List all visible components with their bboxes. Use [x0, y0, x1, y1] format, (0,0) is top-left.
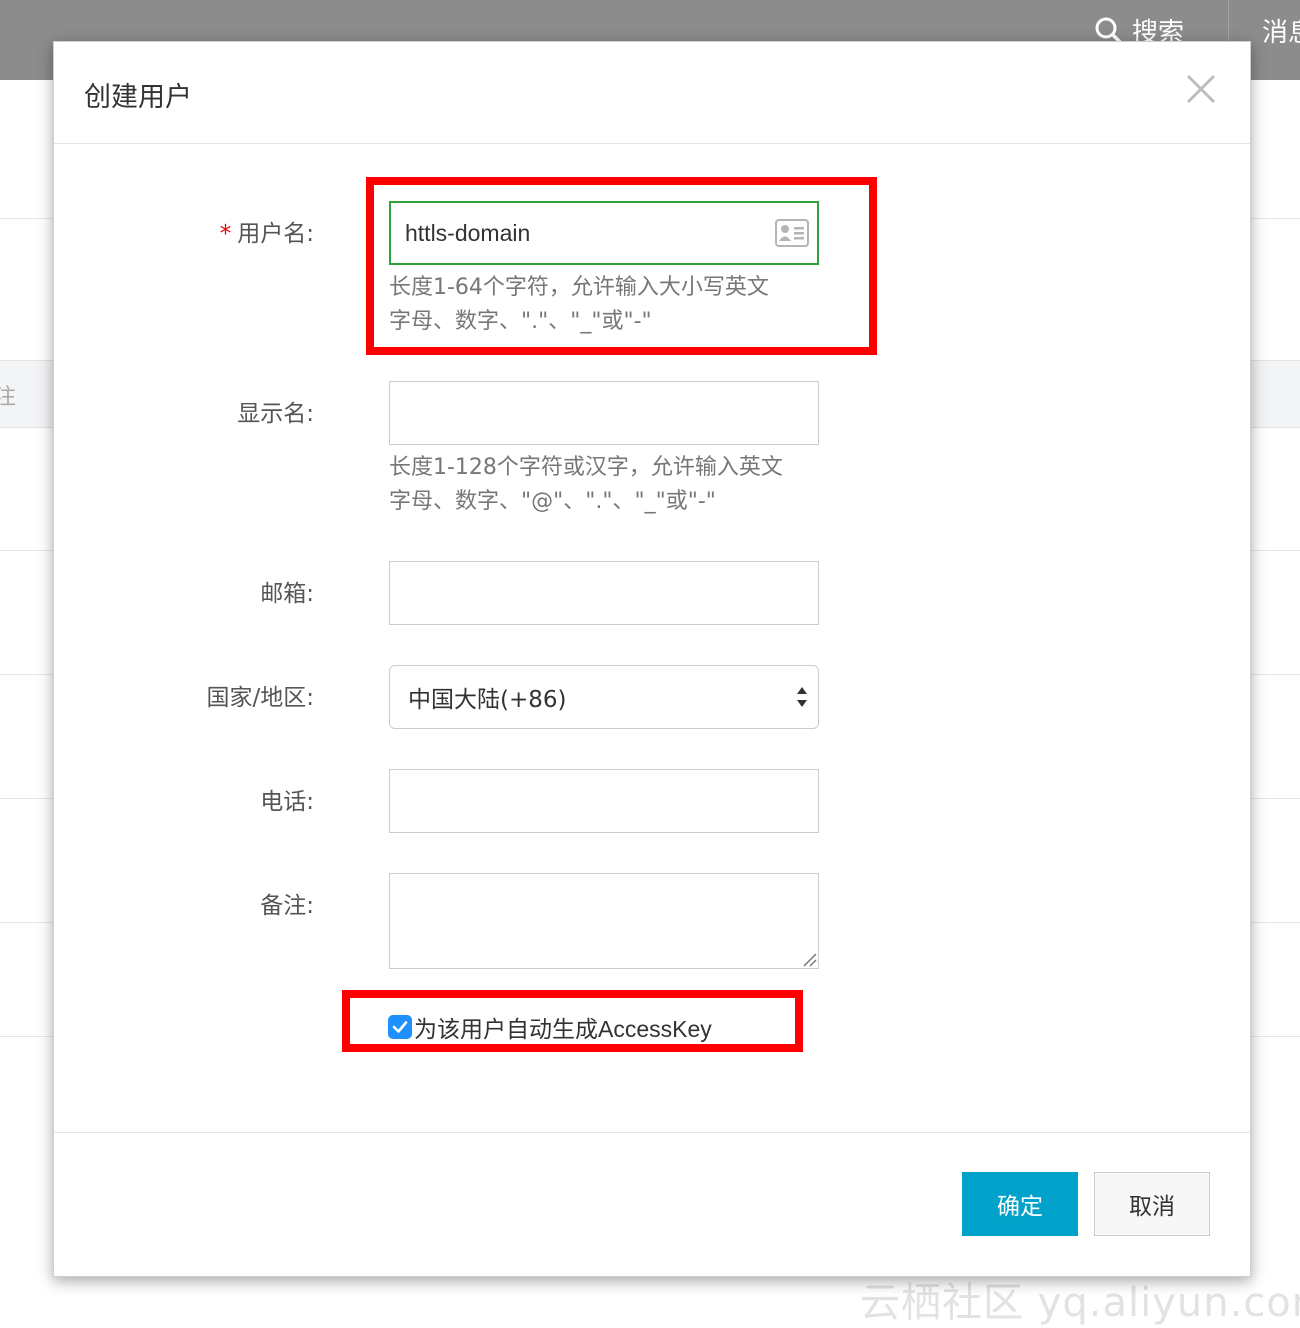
email-input[interactable]: [389, 561, 819, 625]
confirm-button[interactable]: 确定: [962, 1172, 1078, 1236]
display-name-hint-line2: 字母、数字、"@"、"."、"_"或"-": [389, 489, 716, 514]
bg-column-label: 注: [0, 385, 17, 410]
close-icon: [1186, 74, 1216, 104]
phone-label: 电话:: [260, 789, 314, 815]
username-label-text: 用户名:: [237, 221, 314, 247]
email-label: 邮箱:: [260, 581, 314, 607]
display-name-input[interactable]: [389, 381, 819, 445]
dialog-title: 创建用户: [84, 82, 192, 113]
highlight-accesskey: [342, 990, 803, 1052]
resize-grip-icon[interactable]: [801, 951, 817, 967]
highlight-username: [366, 177, 877, 355]
display-name-hint-line1: 长度1-128个字符或汉字，允许输入英文: [389, 455, 783, 480]
messages-link[interactable]: 消息: [1262, 12, 1300, 49]
remark-label: 备注:: [260, 893, 314, 919]
country-select[interactable]: 中国大陆(+86): [389, 665, 819, 729]
select-arrows-icon: [797, 687, 807, 707]
country-label: 国家/地区:: [206, 685, 315, 711]
required-mark: *: [219, 221, 232, 247]
close-button[interactable]: [1184, 72, 1218, 106]
remark-textarea[interactable]: [389, 873, 819, 969]
cancel-button[interactable]: 取消: [1094, 1172, 1210, 1236]
watermark: 云栖社区 yq.aliyun.com: [860, 1280, 1300, 1326]
create-user-dialog: 创建用户 * 用户名: httls-domain 长度1-64个字符，允许输入大小…: [53, 41, 1251, 1277]
phone-input[interactable]: [389, 769, 819, 833]
dialog-footer-divider: [54, 1132, 1250, 1133]
display-name-label: 显示名:: [237, 401, 314, 427]
display-name-hint: 长度1-128个字符或汉字，允许输入英文 字母、数字、"@"、"."、"_"或"…: [389, 451, 839, 519]
dialog-header: 创建用户: [54, 42, 1250, 144]
username-label: * 用户名:: [94, 214, 314, 248]
country-selected-value: 中国大陆(+86): [408, 687, 567, 713]
